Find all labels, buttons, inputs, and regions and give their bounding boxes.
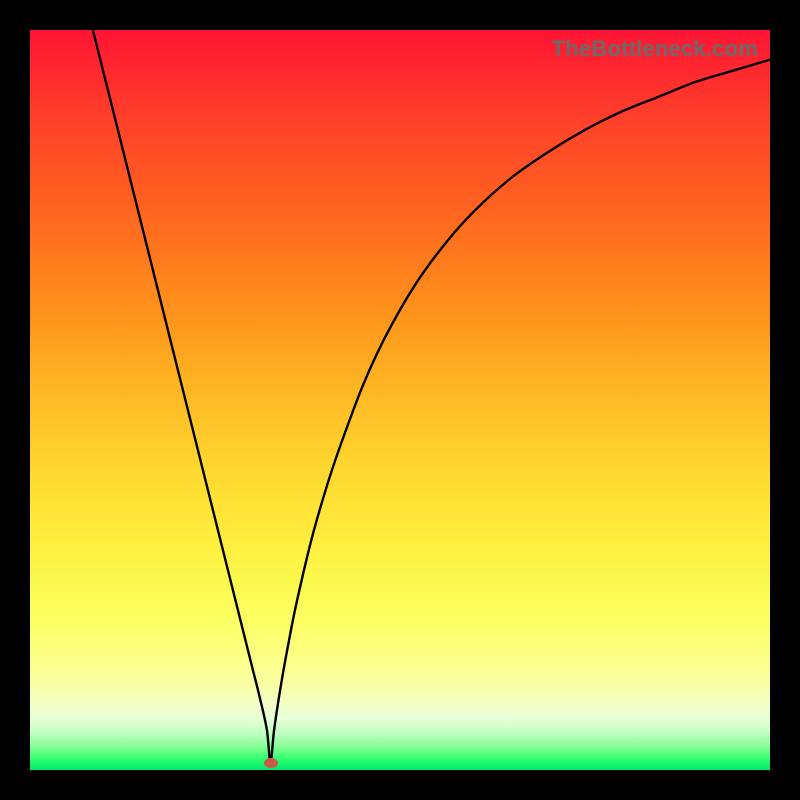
bottleneck-curve	[93, 30, 770, 763]
curve-svg	[30, 30, 770, 770]
plot-area: TheBottleneck.com	[30, 30, 770, 770]
optimum-marker	[264, 758, 278, 768]
chart-container: TheBottleneck.com	[0, 0, 800, 800]
